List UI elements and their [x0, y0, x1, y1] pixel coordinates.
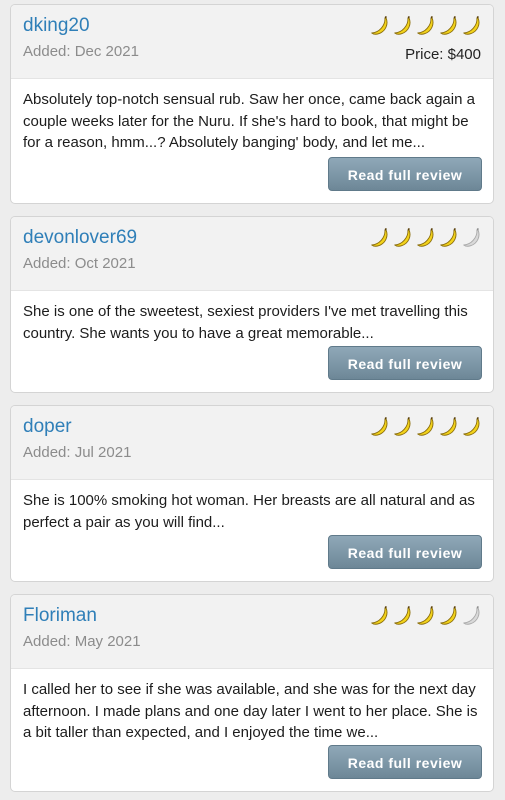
banana-icon [463, 228, 480, 247]
banana-icon [440, 228, 457, 247]
banana-icon [463, 16, 480, 35]
review-card: dking20 Added: Dec 2021 Price: $400 Abso… [10, 4, 494, 204]
banana-rating [369, 227, 483, 249]
banana-icon [371, 16, 388, 35]
banana-icon [440, 417, 457, 436]
banana-icon [394, 16, 411, 35]
review-card: Floriman Added: May 2021 I called her to… [10, 594, 494, 792]
review-header: dking20 Added: Dec 2021 Price: $400 [11, 5, 493, 79]
banana-icon [394, 606, 411, 625]
banana-rating [369, 15, 483, 37]
review-text: Absolutely top-notch sensual rub. Saw he… [23, 91, 475, 152]
review-text: She is one of the sweetest, sexiest prov… [23, 303, 468, 342]
banana-rating [369, 416, 483, 438]
review-body: Absolutely top-notch sensual rub. Saw he… [11, 79, 493, 154]
review-body: She is 100% smoking hot woman. Her breas… [11, 480, 493, 533]
banana-icon [371, 417, 388, 436]
reviewer-name-link[interactable]: devonlover69 [23, 227, 137, 249]
price-label: Price: $400 [405, 46, 481, 63]
banana-icon [417, 417, 434, 436]
review-card: devonlover69 Added: Oct 2021 She is one … [10, 216, 494, 393]
review-header: Floriman Added: May 2021 [11, 595, 493, 669]
review-text: I called her to see if she was available… [23, 681, 478, 742]
banana-icon [440, 606, 457, 625]
review-date: Added: May 2021 [23, 633, 141, 650]
banana-icon [371, 606, 388, 625]
review-card: doper Added: Jul 2021 She is 100% smokin… [10, 405, 494, 582]
banana-icon [417, 228, 434, 247]
review-date: Added: Oct 2021 [23, 255, 136, 272]
banana-icon [394, 228, 411, 247]
review-date: Added: Jul 2021 [23, 444, 132, 461]
read-full-review-button[interactable]: Read full review [328, 535, 482, 569]
review-body: I called her to see if she was available… [11, 669, 493, 744]
review-text: She is 100% smoking hot woman. Her breas… [23, 492, 475, 531]
reviewer-name-link[interactable]: Floriman [23, 605, 97, 627]
review-body: She is one of the sweetest, sexiest prov… [11, 291, 493, 344]
review-date: Added: Dec 2021 [23, 43, 139, 60]
banana-icon [440, 16, 457, 35]
reviewer-name-link[interactable]: dking20 [23, 15, 90, 37]
banana-icon [394, 417, 411, 436]
banana-icon [417, 16, 434, 35]
banana-icon [463, 417, 480, 436]
read-full-review-button[interactable]: Read full review [328, 157, 482, 191]
banana-icon [417, 606, 434, 625]
banana-icon [463, 606, 480, 625]
review-header: doper Added: Jul 2021 [11, 406, 493, 480]
reviewer-name-link[interactable]: doper [23, 416, 72, 438]
read-full-review-button[interactable]: Read full review [328, 745, 482, 779]
banana-rating [369, 605, 483, 627]
banana-icon [371, 228, 388, 247]
review-header: devonlover69 Added: Oct 2021 [11, 217, 493, 291]
read-full-review-button[interactable]: Read full review [328, 346, 482, 380]
